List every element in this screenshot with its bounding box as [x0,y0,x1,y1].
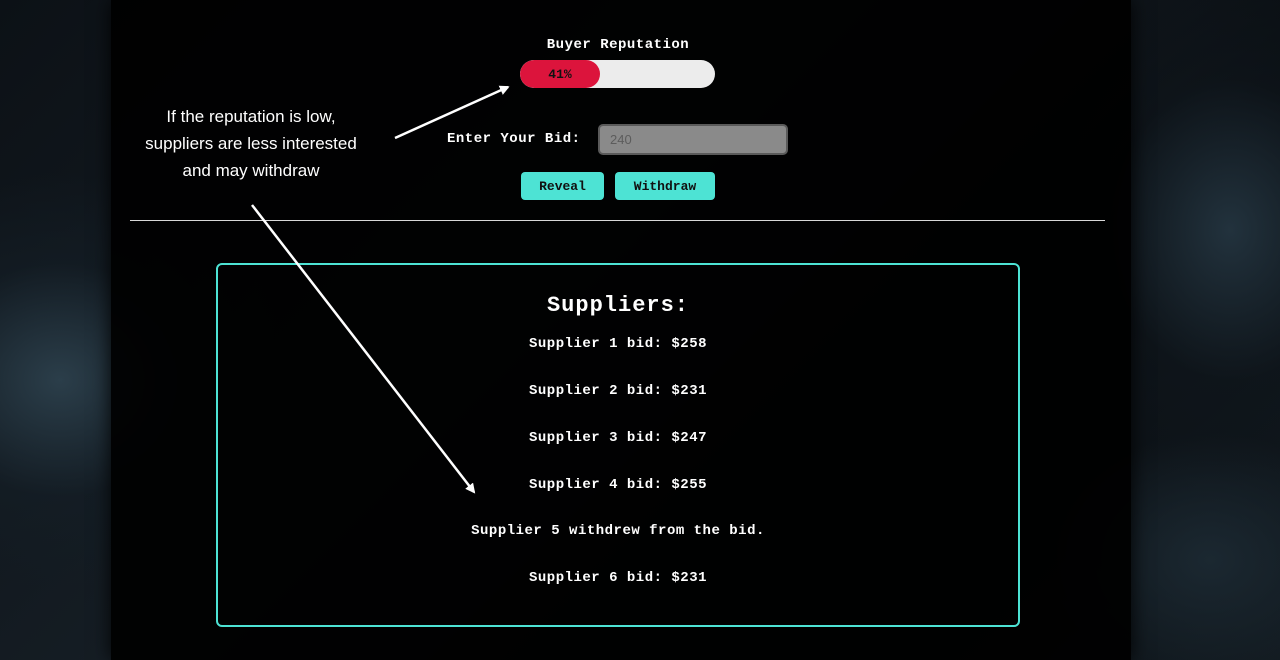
reputation-label: Buyer Reputation [546,37,690,53]
supplier-line: Supplier 3 bid: $247 [528,430,708,446]
reputation-progress-fill: 41% [520,60,600,88]
annotation-text: If the reputation is low, suppliers are … [126,103,376,184]
suppliers-panel: Suppliers: Supplier 1 bid: $258 Supplier… [216,263,1020,627]
supplier-line: Supplier 2 bid: $231 [528,383,708,399]
supplier-line: Supplier 4 bid: $255 [528,477,708,493]
supplier-line: Supplier 6 bid: $231 [528,570,708,586]
reveal-button[interactable]: Reveal [521,172,604,200]
annotation-line: If the reputation is low, [166,107,336,126]
supplier-line: Supplier 1 bid: $258 [528,336,708,352]
reputation-percent: 41% [548,66,572,82]
suppliers-title: Suppliers: [546,293,690,318]
annotation-line: suppliers are less interested [145,134,357,153]
reputation-progress-bar: 41% [520,60,715,88]
withdraw-button[interactable]: Withdraw [615,172,715,200]
bid-label: Enter Your Bid: [447,131,581,147]
section-divider [130,220,1105,221]
bid-input[interactable] [598,124,788,155]
annotation-line: and may withdraw [182,161,320,180]
supplier-line: Supplier 5 withdrew from the bid. [471,523,765,539]
